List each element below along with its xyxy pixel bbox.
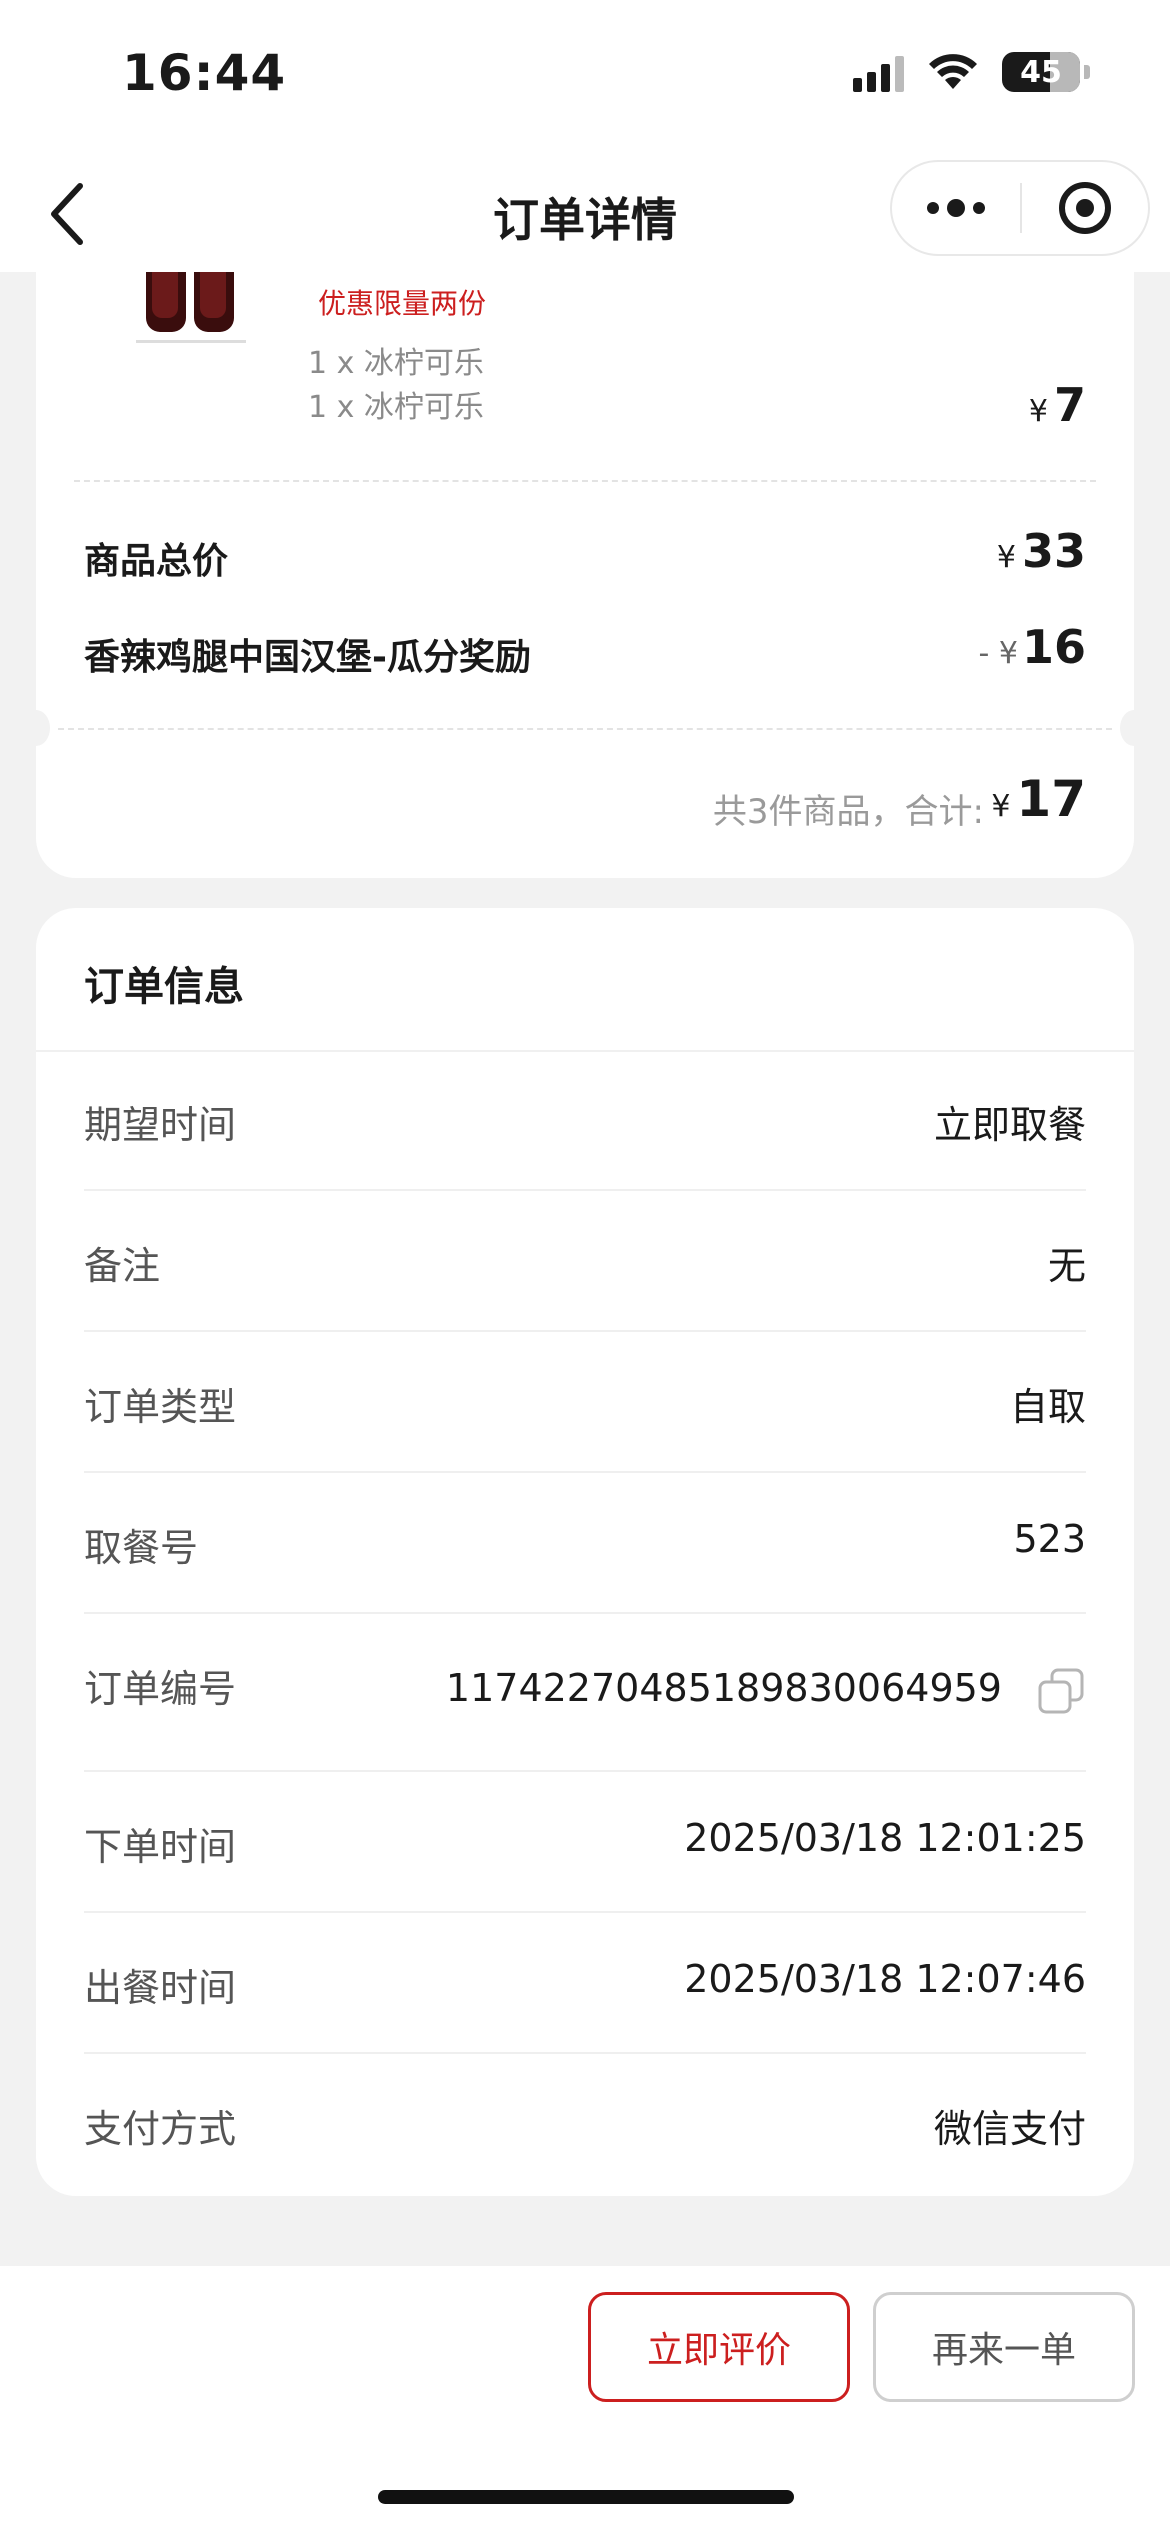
copy-icon[interactable] [1036, 1666, 1086, 1716]
info-label: 期望时间 [84, 1103, 237, 1147]
ticket-notch-right [1120, 710, 1148, 746]
info-value: 立即取餐 [933, 1103, 1086, 1147]
wifi-icon [929, 54, 977, 89]
more-menu-button[interactable] [892, 162, 1020, 254]
item-line: 1 x 冰柠可乐 [308, 390, 484, 425]
info-value: 2025/03/18 12:07:46 [684, 1957, 1086, 2001]
promo-tag: 优惠限量两份 [318, 287, 487, 320]
dashed-divider [74, 480, 1096, 482]
order-total-value: 17 [1016, 770, 1086, 828]
info-row-expected-time: 期望时间 立即取餐 [84, 1050, 1086, 1191]
cellular-signal-icon [853, 52, 904, 92]
info-label: 取餐号 [84, 1526, 199, 1570]
currency-symbol: ¥ [1028, 394, 1048, 429]
currency-symbol: ¥ [996, 540, 1016, 575]
home-indicator[interactable] [378, 2490, 794, 2504]
order-total: ¥17 [991, 770, 1086, 828]
info-label: 下单时间 [84, 1825, 237, 1869]
discount-value: 16 [1021, 620, 1086, 674]
order-summary-card: 优惠限量两份 1 x 冰柠可乐 1 x 冰柠可乐 ¥7 商品总价 ¥33 香辣鸡… [22, 240, 1148, 878]
battery-tip [1084, 65, 1090, 79]
info-row-order-time: 下单时间 2025/03/18 12:01:25 [84, 1772, 1086, 1913]
mini-program-capsule [890, 160, 1150, 256]
info-row-order-type: 订单类型 自取 [84, 1332, 1086, 1473]
info-label: 订单编号 [84, 1667, 237, 1711]
info-row-pickup-number: 取餐号 523 [84, 1473, 1086, 1614]
info-label: 订单类型 [84, 1385, 237, 1429]
currency-symbol: ¥ [991, 789, 1011, 824]
order-info-title: 订单信息 [84, 964, 244, 1010]
info-row-remark: 备注 无 [84, 1191, 1086, 1332]
order-detail-page: 16:44 45 订单详情 优惠限量两份 1 x 冰柠可乐 1 x 冰柠可乐 ¥… [0, 0, 1170, 2532]
discount-label: 香辣鸡腿中国汉堡-瓜分奖励 [84, 637, 531, 678]
info-label: 备注 [84, 1244, 161, 1288]
order-number-value: 11742270485189830064959 [445, 1666, 1002, 1710]
total-count-text: 共3件商品，合计: [712, 792, 984, 832]
info-value: 自取 [1009, 1385, 1086, 1429]
dashed-divider [58, 728, 1112, 730]
discount-amount: - ¥16 [979, 620, 1086, 674]
status-icons: 45 [853, 52, 1090, 92]
ticket-notch-left [22, 710, 50, 746]
close-mini-program-button[interactable] [1022, 182, 1148, 234]
discount-prefix: - ¥ [978, 636, 1018, 671]
goods-total-amount: ¥33 [997, 524, 1086, 578]
battery-level: 45 [1020, 54, 1062, 90]
bottom-action-bar: 立即评价 再来一单 [0, 2266, 1170, 2532]
info-value: 无 [1047, 1244, 1086, 1288]
item-price-value: 7 [1053, 378, 1086, 432]
review-button[interactable]: 立即评价 [588, 2292, 850, 2402]
info-row-order-number: 订单编号 11742270485189830064959 [84, 1614, 1086, 1772]
target-icon [1059, 182, 1111, 234]
info-label: 支付方式 [84, 2107, 237, 2151]
info-row-payment-method: 支付方式 微信支付 [84, 2054, 1086, 2195]
reorder-button[interactable]: 再来一单 [873, 2292, 1135, 2402]
info-row-serve-time: 出餐时间 2025/03/18 12:07:46 [84, 1913, 1086, 2054]
info-value: 2025/03/18 12:01:25 [684, 1816, 1086, 1860]
info-value: 523 [1013, 1517, 1086, 1561]
goods-total-label: 商品总价 [84, 541, 229, 582]
goods-total-value: 33 [1021, 524, 1086, 578]
item-line: 1 x 冰柠可乐 [308, 346, 484, 381]
item-price: ¥7 [1029, 378, 1086, 432]
info-label: 出餐时间 [84, 1966, 237, 2010]
info-value: 微信支付 [933, 2107, 1086, 2151]
battery-icon: 45 [1002, 52, 1080, 92]
order-info-card: 订单信息 期望时间 立即取餐 备注 无 订单类型 自取 取餐号 523 订单编号… [36, 908, 1134, 2196]
top-bar: 16:44 45 订单详情 [0, 0, 1170, 272]
status-time: 16:44 [122, 44, 287, 102]
